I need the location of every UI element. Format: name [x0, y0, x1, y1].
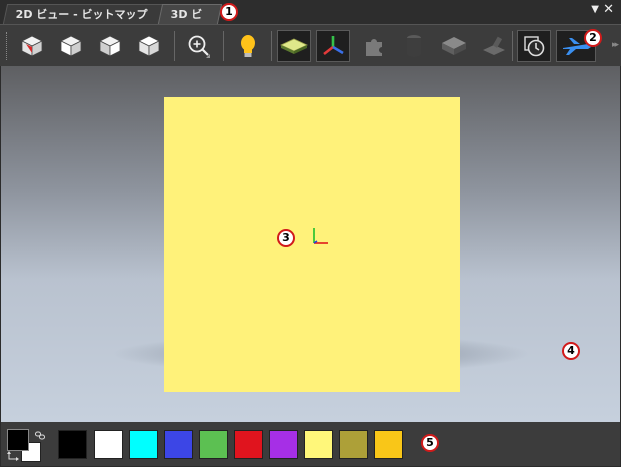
toolbar-separator: [512, 31, 513, 61]
puzzle-icon: [366, 39, 382, 56]
toolbar: 2 ▸▸: [0, 24, 621, 66]
foreground-color-swatch[interactable]: [7, 429, 29, 451]
color-swatch[interactable]: [339, 430, 368, 459]
callout-2: 2: [584, 29, 602, 47]
close-icon[interactable]: ✕: [603, 2, 614, 17]
tab-3d-view[interactable]: 3D ビュー: [157, 4, 223, 41]
color-swatch[interactable]: [58, 430, 87, 459]
toolbar-grip[interactable]: [6, 32, 9, 60]
toolbar-separator: [271, 31, 272, 61]
stamp-icon: [483, 36, 505, 55]
view-cube-side-button[interactable]: [93, 30, 127, 62]
color-palette-bar: 5: [1, 422, 620, 466]
3d-viewport[interactable]: 3 4: [1, 66, 620, 422]
color-swatch[interactable]: [129, 430, 158, 459]
stamp-button[interactable]: [477, 30, 511, 62]
toolbar-overflow-icon[interactable]: ▸▸: [612, 40, 619, 50]
dropdown-triangle-icon[interactable]: ▼: [591, 4, 599, 15]
color-swatch[interactable]: [199, 430, 228, 459]
zoom-button[interactable]: [182, 30, 216, 62]
toolbar-separator: [223, 31, 224, 61]
view-cube-front-button[interactable]: [54, 30, 88, 62]
foreground-background-selector[interactable]: [7, 429, 49, 462]
light-bulb-icon: [241, 35, 255, 57]
clock-button[interactable]: [517, 30, 551, 62]
puzzle-button[interactable]: [357, 30, 391, 62]
color-swatch[interactable]: [304, 430, 333, 459]
callout-3: 3: [277, 229, 295, 247]
cylinder-button[interactable]: [397, 30, 431, 62]
ground-plane-button[interactable]: [277, 30, 311, 62]
view-cube-top-icon: [21, 35, 43, 57]
color-swatch[interactable]: [234, 430, 263, 459]
callout-4: 4: [562, 342, 580, 360]
clock-icon: [524, 36, 545, 57]
axis-gizmo-button[interactable]: [316, 30, 350, 62]
view-cube-side-icon: [99, 35, 121, 57]
tab-bar: 2D ビュー - ビットマップ レイヤー 3D ビュー 1 ▼ ✕: [0, 0, 621, 41]
color-swatch[interactable]: [374, 430, 403, 459]
tab-2d-view[interactable]: 2D ビュー - ビットマップ レイヤー: [2, 4, 168, 41]
color-swatch[interactable]: [269, 430, 298, 459]
swap-colors-icon[interactable]: [7, 451, 19, 461]
color-swatch[interactable]: [94, 430, 123, 459]
axis-gizmo: [313, 228, 328, 244]
view-cube-iso-button[interactable]: [132, 30, 166, 62]
toolbar-separator: [174, 31, 175, 61]
view-cube-top-button[interactable]: [15, 30, 49, 62]
color-swatch[interactable]: [164, 430, 193, 459]
view-cube-iso-icon: [138, 35, 160, 57]
app-window: 2D ビュー - ビットマップ レイヤー 3D ビュー 1 ▼ ✕: [0, 0, 621, 467]
box-button[interactable]: [437, 30, 471, 62]
callout-5: 5: [421, 434, 439, 452]
axis-gizmo-icon: [323, 36, 344, 56]
zoom-icon: [188, 35, 210, 58]
callout-1: 1: [220, 3, 238, 21]
link-icon[interactable]: [35, 431, 45, 440]
ground-plane-icon: [280, 38, 308, 54]
view-cube-front-icon: [60, 35, 82, 57]
box-icon: [442, 37, 466, 55]
light-button[interactable]: [231, 30, 265, 62]
cylinder-icon: [407, 35, 421, 57]
